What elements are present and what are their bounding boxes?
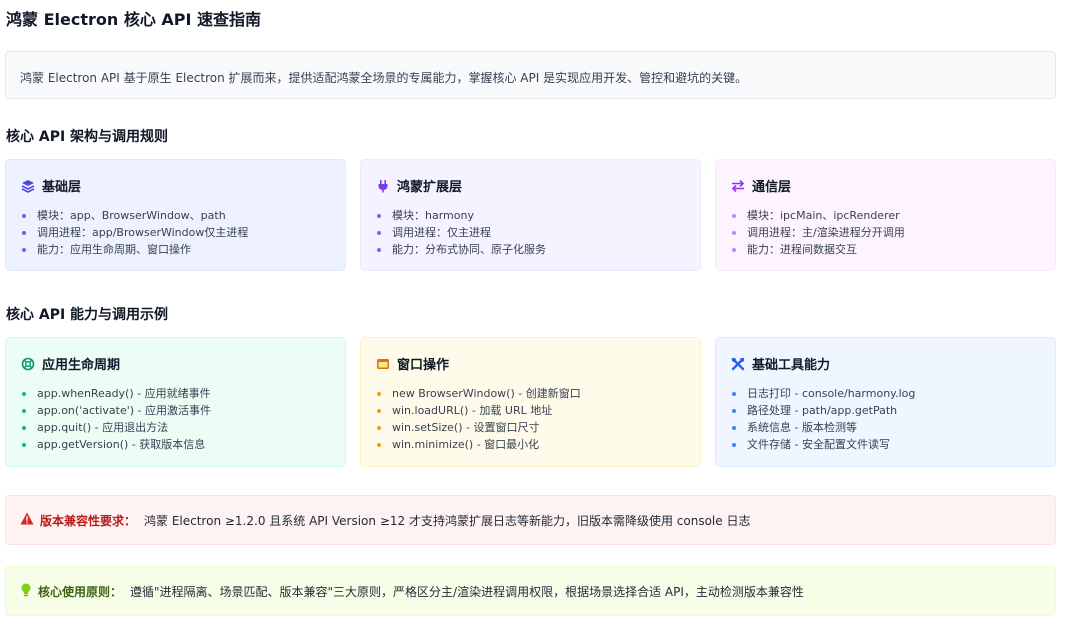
card-basic-layer: 基础层 模块：app、BrowserWindow、path 调用进程：app/B… bbox=[5, 159, 346, 271]
window-icon bbox=[375, 356, 391, 372]
layers-icon bbox=[20, 178, 36, 194]
list-item: 调用进程：app/BrowserWindow仅主进程 bbox=[20, 224, 331, 241]
card-window-operations: 窗口操作 new BrowserWindow() - 创建新窗口 win.loa… bbox=[360, 337, 701, 467]
list-item: win.minimize() - 窗口最小化 bbox=[375, 436, 686, 453]
card-title: 基础层 bbox=[42, 180, 82, 195]
list-item: 模块：ipcMain、ipcRenderer bbox=[730, 207, 1041, 224]
card-basic-tools: 基础工具能力 日志打印 - console/harmony.log 路径处理 -… bbox=[715, 337, 1056, 467]
card-title: 通信层 bbox=[752, 180, 792, 195]
compatibility-alert: 版本兼容性要求： 鸿蒙 Electron ≥1.2.0 且系统 API Vers… bbox=[5, 495, 1056, 545]
intro-box: 鸿蒙 Electron API 基于原生 Electron 扩展而来，提供适配鸿… bbox=[5, 51, 1056, 99]
section-title-examples: 核心 API 能力与调用示例 bbox=[6, 307, 169, 323]
list-item: win.setSize() - 设置窗口尺寸 bbox=[375, 419, 686, 436]
list-item: 模块：app、BrowserWindow、path bbox=[20, 207, 331, 224]
tools-icon bbox=[730, 356, 746, 372]
lifecycle-icon bbox=[20, 356, 36, 372]
section-title-architecture: 核心 API 架构与调用规则 bbox=[6, 129, 169, 145]
list-item: 文件存储 - 安全配置文件读写 bbox=[730, 436, 1041, 453]
lightbulb-icon bbox=[20, 583, 32, 600]
card-title: 窗口操作 bbox=[397, 358, 450, 373]
list-item: 调用进程：仅主进程 bbox=[375, 224, 686, 241]
alert-label: 核心使用原则： bbox=[38, 584, 123, 599]
list-item: 调用进程：主/渲染进程分开调用 bbox=[730, 224, 1041, 241]
alert-label: 版本兼容性要求： bbox=[40, 513, 137, 528]
list-item: 模块：harmony bbox=[375, 207, 686, 224]
intro-text: 鸿蒙 Electron API 基于原生 Electron 扩展而来，提供适配鸿… bbox=[20, 71, 748, 85]
card-title: 应用生命周期 bbox=[42, 358, 121, 373]
list-item: app.quit() - 应用退出方法 bbox=[20, 419, 331, 436]
card-title: 鸿蒙扩展层 bbox=[397, 180, 463, 195]
list-item: 能力：分布式协同、原子化服务 bbox=[375, 241, 686, 258]
alert-text: 鸿蒙 Electron ≥1.2.0 且系统 API Version ≥12 才… bbox=[144, 513, 751, 528]
card-communication-layer: 通信层 模块：ipcMain、ipcRenderer 调用进程：主/渲染进程分开… bbox=[715, 159, 1056, 271]
alert-text: 遵循"进程隔离、场景匹配、版本兼容"三大原则，严格区分主/渲染进程调用权限，根据… bbox=[130, 584, 804, 599]
card-app-lifecycle: 应用生命周期 app.whenReady() - 应用就绪事件 app.on('… bbox=[5, 337, 346, 467]
list-item: win.loadURL() - 加载 URL 地址 bbox=[375, 402, 686, 419]
card-harmony-extension-layer: 鸿蒙扩展层 模块：harmony 调用进程：仅主进程 能力：分布式协同、原子化服… bbox=[360, 159, 701, 271]
list-item: 能力：进程间数据交互 bbox=[730, 241, 1041, 258]
page-title: 鸿蒙 Electron 核心 API 速查指南 bbox=[6, 10, 262, 29]
list-item: new BrowserWindow() - 创建新窗口 bbox=[375, 385, 686, 402]
exchange-icon bbox=[730, 178, 746, 194]
list-item: 路径处理 - path/app.getPath bbox=[730, 402, 1041, 419]
list-item: app.on('activate') - 应用激活事件 bbox=[20, 402, 331, 419]
list-item: 能力：应用生命周期、窗口操作 bbox=[20, 241, 331, 258]
principle-alert: 核心使用原则： 遵循"进程隔离、场景匹配、版本兼容"三大原则，严格区分主/渲染进… bbox=[5, 566, 1056, 616]
list-item: 系统信息 - 版本检测等 bbox=[730, 419, 1041, 436]
card-title: 基础工具能力 bbox=[752, 358, 831, 373]
warning-icon bbox=[20, 512, 34, 528]
list-item: app.whenReady() - 应用就绪事件 bbox=[20, 385, 331, 402]
plug-icon bbox=[375, 178, 391, 194]
list-item: app.getVersion() - 获取版本信息 bbox=[20, 436, 331, 453]
list-item: 日志打印 - console/harmony.log bbox=[730, 385, 1041, 402]
